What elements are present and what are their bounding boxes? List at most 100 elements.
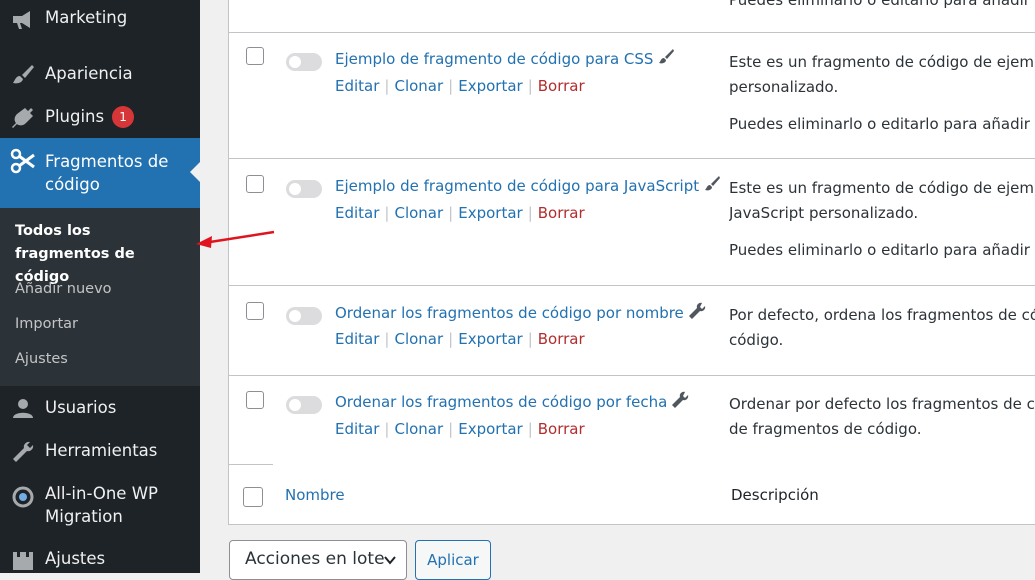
delete-link[interactable]: Borrar: [538, 204, 585, 222]
row-description: Ordenar por defecto los fragmentos de có…: [729, 395, 1035, 413]
row-checkbox[interactable]: [246, 175, 264, 193]
snippet-active-toggle[interactable]: [286, 53, 322, 71]
sidebar-item-label: Marketing: [45, 8, 128, 27]
megaphone-icon: [10, 6, 36, 32]
row-actions: Editar | Clonar | Exportar | Borrar: [335, 418, 585, 440]
row-description: Este es un fragmento de código de ejempl…: [729, 53, 1035, 71]
separator: |: [448, 330, 454, 348]
sidebar-item-label: Herramientas: [45, 441, 158, 460]
delete-link[interactable]: Borrar: [538, 420, 585, 438]
annotation-arrow-icon: [196, 230, 275, 248]
row-actions: Editar | Clonar | Exportar | Borrar: [335, 202, 585, 224]
separator: |: [448, 204, 454, 222]
separator: |: [527, 204, 533, 222]
row-description: JavaScript personalizado.: [729, 204, 919, 222]
export-link[interactable]: Exportar: [458, 204, 522, 222]
table-row: Ordenar los fragmentos de código por nom…: [229, 285, 1035, 375]
snippet-title[interactable]: Ordenar los fragmentos de código por nom…: [335, 304, 684, 322]
row-description: Puedes eliminarlo o editarlo para añadir…: [729, 0, 1035, 9]
export-link[interactable]: Exportar: [458, 420, 522, 438]
snippet-active-toggle[interactable]: [286, 396, 322, 414]
admin-sidebar: Marketing Apariencia Plugins 1 Fragmentos…: [0, 0, 200, 573]
clone-link[interactable]: Clonar: [394, 204, 443, 222]
edit-link[interactable]: Editar: [335, 77, 379, 95]
sidebar-item-code-snippets[interactable]: Fragmentos de código: [0, 138, 200, 208]
row-description: de fragmentos de código.: [729, 420, 922, 438]
sidebar-item-label: All-in-One WP Migration: [45, 484, 158, 526]
clone-link[interactable]: Clonar: [394, 77, 443, 95]
row-description: Puedes eliminarlo o editarlo para añadir…: [729, 241, 1035, 259]
sidebar-item-herramientas[interactable]: Herramientas: [0, 439, 200, 465]
settings-icon: [10, 547, 36, 573]
snippets-table: Puedes eliminarlo o editarlo para añadir…: [228, 0, 1035, 525]
sidebar-item-plugins[interactable]: Plugins 1: [0, 105, 200, 131]
row-description: Este es un fragmento de código de ejempl…: [729, 179, 1035, 197]
row-description: Puedes eliminarlo o editarlo para añadir…: [729, 115, 1035, 133]
scissors-icon: [10, 148, 36, 174]
delete-link[interactable]: Borrar: [538, 330, 585, 348]
separator: |: [384, 330, 390, 348]
snippet-title-link[interactable]: Ejemplo de fragmento de código para Java…: [335, 175, 721, 197]
sidebar-item-label: Ajustes: [45, 549, 106, 568]
row-description: personalizado.: [729, 78, 839, 96]
snippet-title-link[interactable]: Ordenar los fragmentos de código por fec…: [335, 391, 689, 413]
paintbrush-icon: [705, 176, 721, 191]
snippet-title-link[interactable]: Ejemplo de fragmento de código para CSS: [335, 48, 675, 70]
sidebar-item-label: Fragmentos de código: [45, 152, 169, 194]
sort-by-name-link[interactable]: Nombre: [285, 484, 345, 506]
plugin-icon: [10, 105, 36, 131]
user-icon: [10, 396, 36, 422]
paintbrush-icon: [659, 49, 675, 64]
apply-button[interactable]: Aplicar: [415, 540, 491, 580]
update-count-badge: 1: [112, 105, 135, 128]
separator: |: [448, 77, 454, 95]
separator: |: [527, 420, 533, 438]
chevron-down-icon: [384, 556, 396, 565]
migration-icon: [10, 484, 36, 510]
sidebar-item-label: Usuarios: [45, 398, 117, 417]
bulk-actions-select[interactable]: Acciones en lote: [229, 540, 407, 580]
row-checkbox[interactable]: [246, 47, 264, 65]
select-all-checkbox[interactable]: [243, 487, 263, 507]
table-row: Ordenar los fragmentos de código por fec…: [229, 375, 1035, 465]
snippet-active-toggle[interactable]: [286, 180, 322, 198]
sidebar-item-ajustes[interactable]: Ajustes: [0, 547, 200, 573]
sidebar-item-usuarios[interactable]: Usuarios: [0, 396, 200, 422]
snippet-title[interactable]: Ordenar los fragmentos de código por fec…: [335, 393, 667, 411]
sidebar-item-label: Plugins: [45, 107, 105, 126]
submenu-item-settings[interactable]: Ajustes: [15, 348, 68, 371]
table-row: Ejemplo de fragmento de código para CSS …: [229, 32, 1035, 158]
export-link[interactable]: Exportar: [458, 77, 522, 95]
export-link[interactable]: Exportar: [458, 330, 522, 348]
bulk-actions-selected: Acciones en lote: [245, 549, 385, 569]
submenu-item-add-new[interactable]: Añadir nuevo: [15, 278, 112, 301]
separator: |: [384, 420, 390, 438]
edit-link[interactable]: Editar: [335, 420, 379, 438]
snippet-title[interactable]: Ejemplo de fragmento de código para CSS: [335, 50, 653, 68]
edit-link[interactable]: Editar: [335, 204, 379, 222]
snippet-active-toggle[interactable]: [286, 307, 322, 325]
snippet-title-link[interactable]: Ordenar los fragmentos de código por nom…: [335, 302, 706, 324]
wrench-icon: [688, 302, 705, 319]
edit-link[interactable]: Editar: [335, 330, 379, 348]
wrench-icon: [10, 439, 36, 465]
separator: |: [384, 204, 390, 222]
separator: |: [448, 420, 454, 438]
submenu-code-snippets: Todos los fragmentos de código Añadir nu…: [0, 208, 200, 386]
table-row: Ejemplo de fragmento de código para Java…: [229, 158, 1035, 285]
clone-link[interactable]: Clonar: [394, 420, 443, 438]
row-checkbox[interactable]: [246, 302, 264, 320]
sidebar-item-apariencia[interactable]: Apariencia: [0, 62, 200, 88]
sidebar-item-all-in-one-migration[interactable]: All-in-One WP Migration: [0, 482, 200, 530]
row-checkbox[interactable]: [246, 391, 264, 409]
sidebar-item-label: Apariencia: [45, 64, 133, 83]
clone-link[interactable]: Clonar: [394, 330, 443, 348]
sidebar-item-marketing[interactable]: Marketing: [0, 6, 200, 32]
delete-link[interactable]: Borrar: [538, 77, 585, 95]
submenu-item-import[interactable]: Importar: [15, 313, 78, 336]
separator: |: [527, 77, 533, 95]
snippet-title[interactable]: Ejemplo de fragmento de código para Java…: [335, 177, 699, 195]
row-description: Por defecto, ordena los fragmentos de có…: [729, 306, 1035, 324]
description-column-header: Descripción: [731, 486, 819, 504]
table-footer: Nombre Descripción: [229, 464, 1035, 524]
